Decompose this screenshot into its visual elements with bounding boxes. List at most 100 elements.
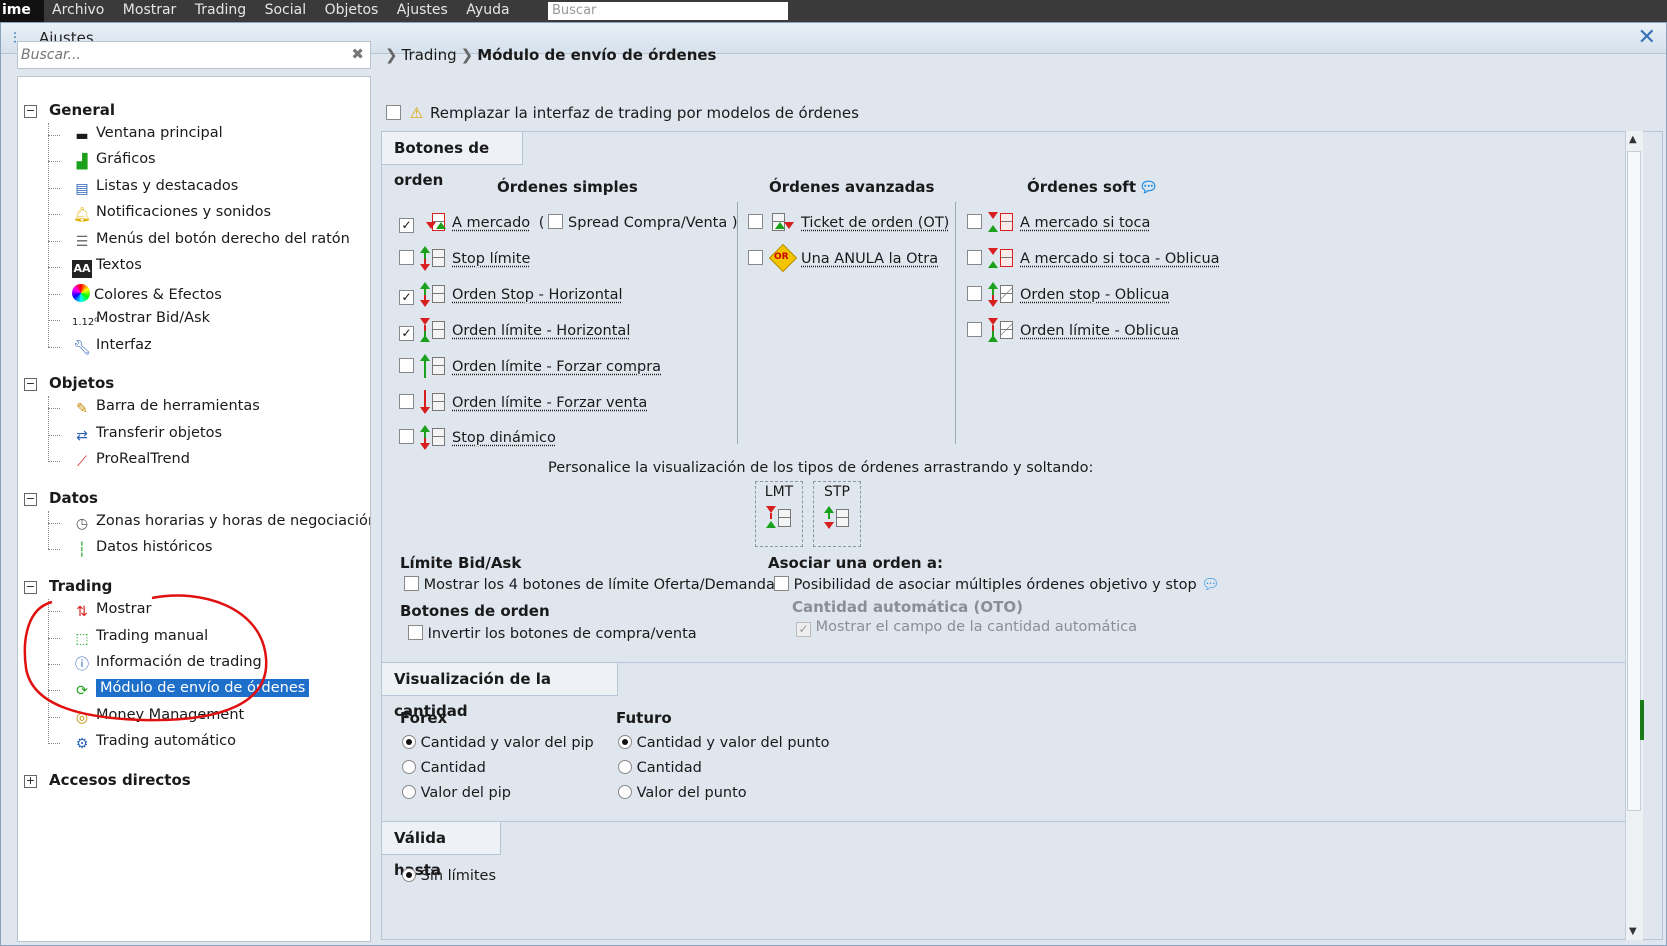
collapse-icon[interactable]: − [24,105,37,118]
section-visualizacion-cantidad: Visualización de la cantidad [382,662,618,720]
mit-oblicua-checkbox[interactable] [967,250,982,265]
menu-social[interactable]: Social [265,2,307,18]
clear-icon[interactable]: ✖ [351,45,364,63]
stop-limite-checkbox[interactable] [399,250,414,265]
tree-item-colores[interactable]: Colores & Efectos [48,284,222,303]
tree-item-ventana-principal[interactable]: ▬ Ventana principal [48,125,223,146]
dnd-lmt[interactable]: LMT [755,481,803,547]
tree-item-trading-automatico[interactable]: ⚙ Trading automático [48,733,236,754]
menu-archivo[interactable]: Archivo [52,2,104,18]
futuro-opt-0[interactable]: Cantidad y valor del punto [618,735,829,751]
tree-group-objetos[interactable]: − Objetos [24,374,114,392]
order-stop-oblicua: Orden stop - Oblicua [967,282,1170,307]
futuro-opt-1[interactable]: Cantidad [618,760,702,776]
menu-trading[interactable]: Trading [195,2,246,18]
menu-mostrar[interactable]: Mostrar [123,2,177,18]
tree-item-barra[interactable]: ✎ Barra de herramientas [48,398,260,419]
tree-item-menus[interactable]: ☰ Menús del botón derecho del ratón [48,231,350,252]
scroll-up-icon[interactable]: ▲ [1629,134,1637,145]
tree-item-graficos[interactable]: ▟ Gráficos [48,151,156,172]
col-ordenes-avanzadas: Órdenes avanzadas [769,178,935,196]
expand-icon[interactable]: + [24,775,37,788]
close-icon[interactable]: ✕ [1638,25,1656,50]
spread-checkbox[interactable] [548,214,564,229]
valid-radio-0[interactable] [402,868,416,882]
order-stop-horizontal: Orden Stop - Horizontal [399,282,623,307]
chat-bubble-icon[interactable]: 💬︎ [1139,178,1158,196]
menu-ajustes[interactable]: Ajustes [397,2,448,18]
forzar-venta-checkbox[interactable] [399,394,414,409]
ticket-ot-checkbox[interactable] [748,214,763,229]
limit-horizontal-icon [420,318,446,342]
order-oco: OR Una ANULA la Otra [748,243,938,273]
limit-bidask-checkbox[interactable] [404,576,419,591]
forex-radio-1[interactable] [402,760,416,774]
collapse-icon[interactable]: − [24,378,37,391]
tree-item-historicos[interactable]: ┆ Datos históricos [48,539,213,560]
futuro-radio-2[interactable] [618,785,632,799]
trend-icon: ⟋ [77,454,87,470]
market-order-icon [420,210,446,234]
invert-buttons-checkbox[interactable] [408,625,423,640]
oto-checkbox[interactable] [796,622,811,637]
tree-item-prorealtrend[interactable]: ⟋ ProRealTrend [48,451,190,472]
forex-opt-2[interactable]: Valor del pip [402,785,511,801]
valid-opt-0[interactable]: Sin límites [402,868,496,884]
associate-checkbox[interactable] [774,576,789,591]
associate-title: Asociar una orden a: [768,554,943,572]
futuro-radio-0[interactable] [618,735,632,749]
collapse-icon[interactable]: − [24,493,37,506]
tree-item-textos[interactable]: AA Textos [48,257,142,278]
settings-search-input[interactable] [18,42,323,68]
replace-interface-checkbox[interactable] [386,105,401,120]
forex-opt-1[interactable]: Cantidad [402,760,486,776]
candles-icon: ┆ [77,542,87,558]
stop-dinamico-checkbox[interactable] [399,429,414,444]
section-valida-hasta: Válida hasta [382,821,501,879]
app-menubar: ime Archivo Mostrar Trading Social Objet… [0,0,1667,22]
limit-bidask-title: Límite Bid/Ask [400,554,522,572]
forex-radio-2[interactable] [402,785,416,799]
settings-tree: − General ▬ Ventana principal ▟ Gráficos ▤ L… [17,76,371,942]
menu-ayuda[interactable]: Ayuda [466,2,509,18]
replace-interface-label: Remplazar la interfaz de trading por mod… [430,104,859,122]
tree-item-interfaz[interactable]: 🔧︎ Interfaz [48,337,152,358]
tree-group-accesos[interactable]: + Accesos directos [24,771,191,789]
futuro-opt-2[interactable]: Valor del punto [618,785,747,801]
forex-radio-0[interactable] [402,735,416,749]
mit-checkbox[interactable] [967,214,982,229]
menu-icon: ☰ [75,234,89,250]
text-icon: AA [72,260,92,278]
associate-row: Posibilidad de asociar múltiples órdenes… [774,576,1220,593]
tree-item-transferir[interactable]: ⇄ Transferir objetos [48,425,222,446]
stop-horizontal-checkbox[interactable] [399,290,414,305]
scroll-down-icon[interactable]: ▼ [1629,926,1637,937]
menu-objetos[interactable]: Objetos [325,2,379,18]
warning-icon: ⚠ [409,104,424,122]
dnd-stp[interactable]: STP [813,481,861,547]
limite-horizontal-checkbox[interactable] [399,326,414,341]
tree-item-notificaciones[interactable]: 🔔︎ Notificaciones y sonidos [48,204,271,225]
tree-item-zonas[interactable]: ◷ Zonas horarias y horas de negociación [48,513,370,534]
futuro-radio-1[interactable] [618,760,632,774]
breadcrumb: ❯ Trading ❯ Módulo de envío de órdenes [381,46,716,64]
stop-oblicua-checkbox[interactable] [967,286,982,301]
tree-item-bidask[interactable]: 1.12⁰Mostrar Bid/Ask [48,310,210,335]
futuro-title: Futuro [616,709,672,727]
breadcrumb-trading[interactable]: Trading [402,46,457,64]
forzar-compra-checkbox[interactable] [399,358,414,373]
vertical-scrollbar[interactable]: ▲ ▼ [1625,131,1643,940]
tree-group-datos[interactable]: − Datos [24,489,98,507]
tree-group-general[interactable]: − General [24,101,115,119]
scroll-thumb[interactable] [1627,151,1641,811]
app-search-input[interactable]: Buscar [548,2,788,20]
tree-item-listas[interactable]: ▤ Listas y destacados [48,178,238,199]
a-mercado-checkbox[interactable] [399,218,414,233]
chat-bubble-icon[interactable]: 💬︎ [1201,577,1219,593]
ticket-icon [769,210,795,234]
settings-search: ✖ [17,41,371,69]
trailing-stop-icon [420,425,446,450]
limite-oblicua-checkbox[interactable] [967,322,982,337]
forex-opt-0[interactable]: Cantidad y valor del pip [402,735,594,751]
oco-checkbox[interactable] [748,250,763,265]
